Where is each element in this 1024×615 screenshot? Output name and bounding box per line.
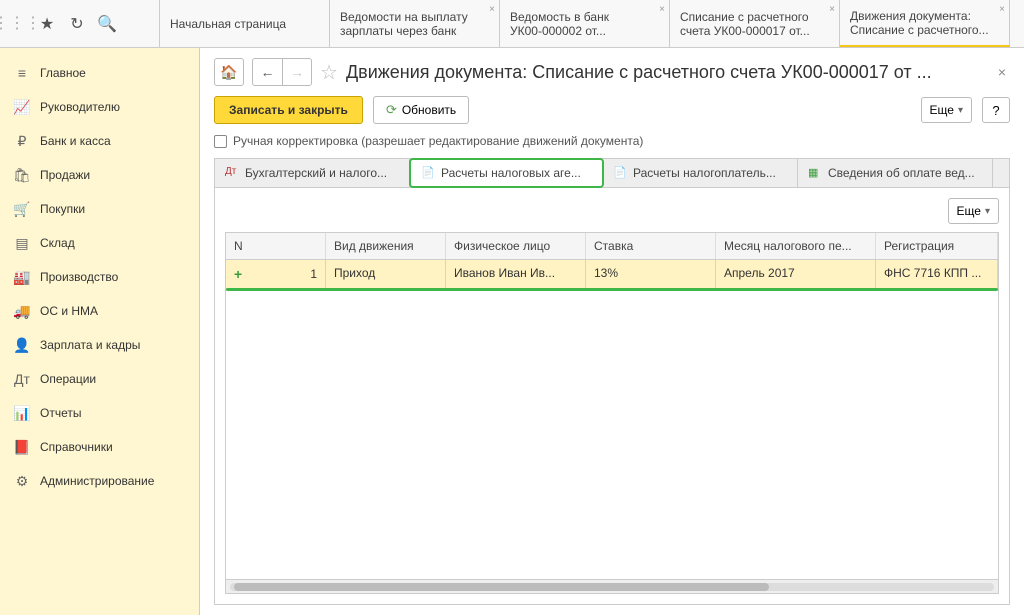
itab-payment-info[interactable]: ▦Сведения об оплате вед... (798, 159, 993, 187)
sidebar-item-bank[interactable]: ₽Банк и касса (0, 124, 199, 158)
sidebar-item-sales[interactable]: 🛍Продажи (0, 158, 199, 192)
topbar-tools: ⋮⋮⋮ ★ ↻ 🔍 (0, 0, 160, 47)
tab-content: Еще▾ N Вид движения Физическое лицо Став… (214, 187, 1010, 605)
plus-icon: + (234, 266, 242, 282)
menu-icon: ≡ (14, 65, 30, 81)
bag-icon: 🛍 (14, 167, 30, 183)
table-icon: ▦ (808, 166, 822, 180)
page-title: Движения документа: Списание с расчетног… (346, 62, 986, 83)
itab-accounting[interactable]: ДтБухгалтерский и налого... (215, 159, 410, 187)
sidebar-item-purchases[interactable]: 🛒Покупки (0, 192, 199, 226)
ops-icon: Дт (14, 371, 30, 387)
title-row: 🏠 ← → ☆ Движения документа: Списание с р… (214, 58, 1010, 86)
sidebar-item-manager[interactable]: 📈Руководителю (0, 90, 199, 124)
inner-tabs: ДтБухгалтерский и налого... 📄Расчеты нал… (214, 158, 1010, 187)
apps-icon[interactable]: ⋮⋮⋮ (8, 15, 26, 33)
book-icon: 📕 (14, 439, 30, 455)
tab-bank-statement[interactable]: Ведомость в банк УК00-000002 от... × (500, 0, 670, 47)
close-page-button[interactable]: × (994, 64, 1010, 80)
chevron-down-icon: ▾ (985, 206, 990, 217)
manual-edit-checkbox[interactable] (214, 135, 227, 148)
manual-edit-row: Ручная корректировка (разрешает редактир… (214, 134, 1010, 148)
col-reg[interactable]: Регистрация (876, 233, 998, 259)
chart-icon: 📈 (14, 99, 30, 115)
grid: N Вид движения Физическое лицо Ставка Ме… (225, 232, 999, 594)
report-icon: 📊 (14, 405, 30, 421)
tab-document-movements[interactable]: Движения документа: Списание с расчетног… (840, 0, 1010, 47)
sidebar-item-admin[interactable]: ⚙Администрирование (0, 464, 199, 498)
topbar: ⋮⋮⋮ ★ ↻ 🔍 Начальная страница Ведомости н… (0, 0, 1024, 48)
ledger-icon: Дт (225, 166, 239, 180)
gear-icon: ⚙ (14, 473, 30, 489)
manual-edit-label: Ручная корректировка (разрешает редактир… (233, 134, 643, 148)
sidebar-item-operations[interactable]: ДтОперации (0, 362, 199, 396)
content: 🏠 ← → ☆ Движения документа: Списание с р… (200, 48, 1024, 615)
favorite-icon[interactable]: ☆ (320, 60, 338, 85)
itab-tax-agents[interactable]: 📄Расчеты налоговых аге... (409, 158, 604, 188)
sidebar-item-hr[interactable]: 👤Зарплата и кадры (0, 328, 199, 362)
main: ≡Главное 📈Руководителю ₽Банк и касса 🛍Пр… (0, 48, 1024, 615)
sidebar-item-reports[interactable]: 📊Отчеты (0, 396, 199, 430)
tab-account-debit[interactable]: Списание с расчетного счета УК00-000017 … (670, 0, 840, 47)
grid-more-button[interactable]: Еще▾ (948, 198, 999, 224)
sidebar-item-warehouse[interactable]: ▤Склад (0, 226, 199, 260)
grid-header: N Вид движения Физическое лицо Ставка Ме… (226, 233, 998, 260)
grid-toolbar: Еще▾ (225, 198, 999, 224)
sidebar-item-catalogs[interactable]: 📕Справочники (0, 430, 199, 464)
save-close-button[interactable]: Записать и закрыть (214, 96, 363, 124)
refresh-icon: ⟳ (386, 102, 397, 118)
col-n[interactable]: N (226, 233, 326, 259)
tab-start-page[interactable]: Начальная страница (160, 0, 330, 47)
col-rate[interactable]: Ставка (586, 233, 716, 259)
more-button[interactable]: Еще▾ (921, 97, 972, 123)
boxes-icon: ▤ (14, 235, 30, 251)
grid-body: +1 Приход Иванов Иван Ив... 13% Апрель 2… (226, 260, 998, 579)
person-icon: 👤 (14, 337, 30, 353)
toolbar: Записать и закрыть ⟳Обновить Еще▾ ? (214, 96, 1010, 124)
star-icon[interactable]: ★ (38, 15, 56, 33)
tab-payroll-lists[interactable]: Ведомости на выплату зарплаты через банк… (330, 0, 500, 47)
factory-icon: 🏭 (14, 269, 30, 285)
close-icon[interactable]: × (659, 4, 665, 15)
help-button[interactable]: ? (982, 97, 1010, 123)
close-icon[interactable]: × (489, 4, 495, 15)
close-icon[interactable]: × (829, 4, 835, 15)
back-button[interactable]: ← (252, 58, 282, 86)
cart-icon: 🛒 (14, 201, 30, 217)
truck-icon: 🚚 (14, 303, 30, 319)
close-icon[interactable]: × (999, 4, 1005, 15)
table-row[interactable]: +1 Приход Иванов Иван Ив... 13% Апрель 2… (226, 260, 998, 289)
sidebar: ≡Главное 📈Руководителю ₽Банк и касса 🛍Пр… (0, 48, 200, 615)
forward-button[interactable]: → (282, 58, 312, 86)
col-month[interactable]: Месяц налогового пе... (716, 233, 876, 259)
refresh-button[interactable]: ⟳Обновить (373, 96, 469, 124)
history-icon[interactable]: ↻ (68, 15, 86, 33)
horizontal-scrollbar[interactable] (226, 579, 998, 593)
home-button[interactable]: 🏠 (214, 58, 244, 86)
sidebar-item-production[interactable]: 🏭Производство (0, 260, 199, 294)
itab-taxpayers[interactable]: 📄Расчеты налогоплатель... (603, 159, 798, 187)
chevron-down-icon: ▾ (958, 105, 963, 116)
sidebar-item-assets[interactable]: 🚚ОС и НМА (0, 294, 199, 328)
sidebar-item-main[interactable]: ≡Главное (0, 56, 199, 90)
col-person[interactable]: Физическое лицо (446, 233, 586, 259)
doc-icon: 📄 (421, 166, 435, 180)
col-type[interactable]: Вид движения (326, 233, 446, 259)
ruble-icon: ₽ (14, 133, 30, 149)
doc-icon: 📄 (613, 166, 627, 180)
window-tabs: Начальная страница Ведомости на выплату … (160, 0, 1024, 47)
search-icon[interactable]: 🔍 (98, 15, 116, 33)
